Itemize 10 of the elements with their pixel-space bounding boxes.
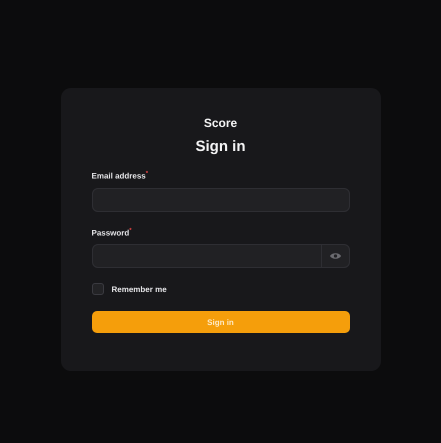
- sign-in-button[interactable]: Sign in: [92, 311, 350, 334]
- eye-icon: [330, 252, 340, 260]
- password-field[interactable]: [92, 244, 350, 268]
- remember-checkbox[interactable]: [92, 283, 104, 296]
- page-heading: Sign in: [196, 138, 246, 155]
- brand-title: Score: [204, 116, 238, 130]
- field-label: Email address$^{*}$: [92, 171, 148, 181]
- remember-label: Remember me: [112, 284, 167, 294]
- email-field[interactable]: [92, 188, 350, 212]
- field-label: Password$^{*}$: [92, 228, 132, 238]
